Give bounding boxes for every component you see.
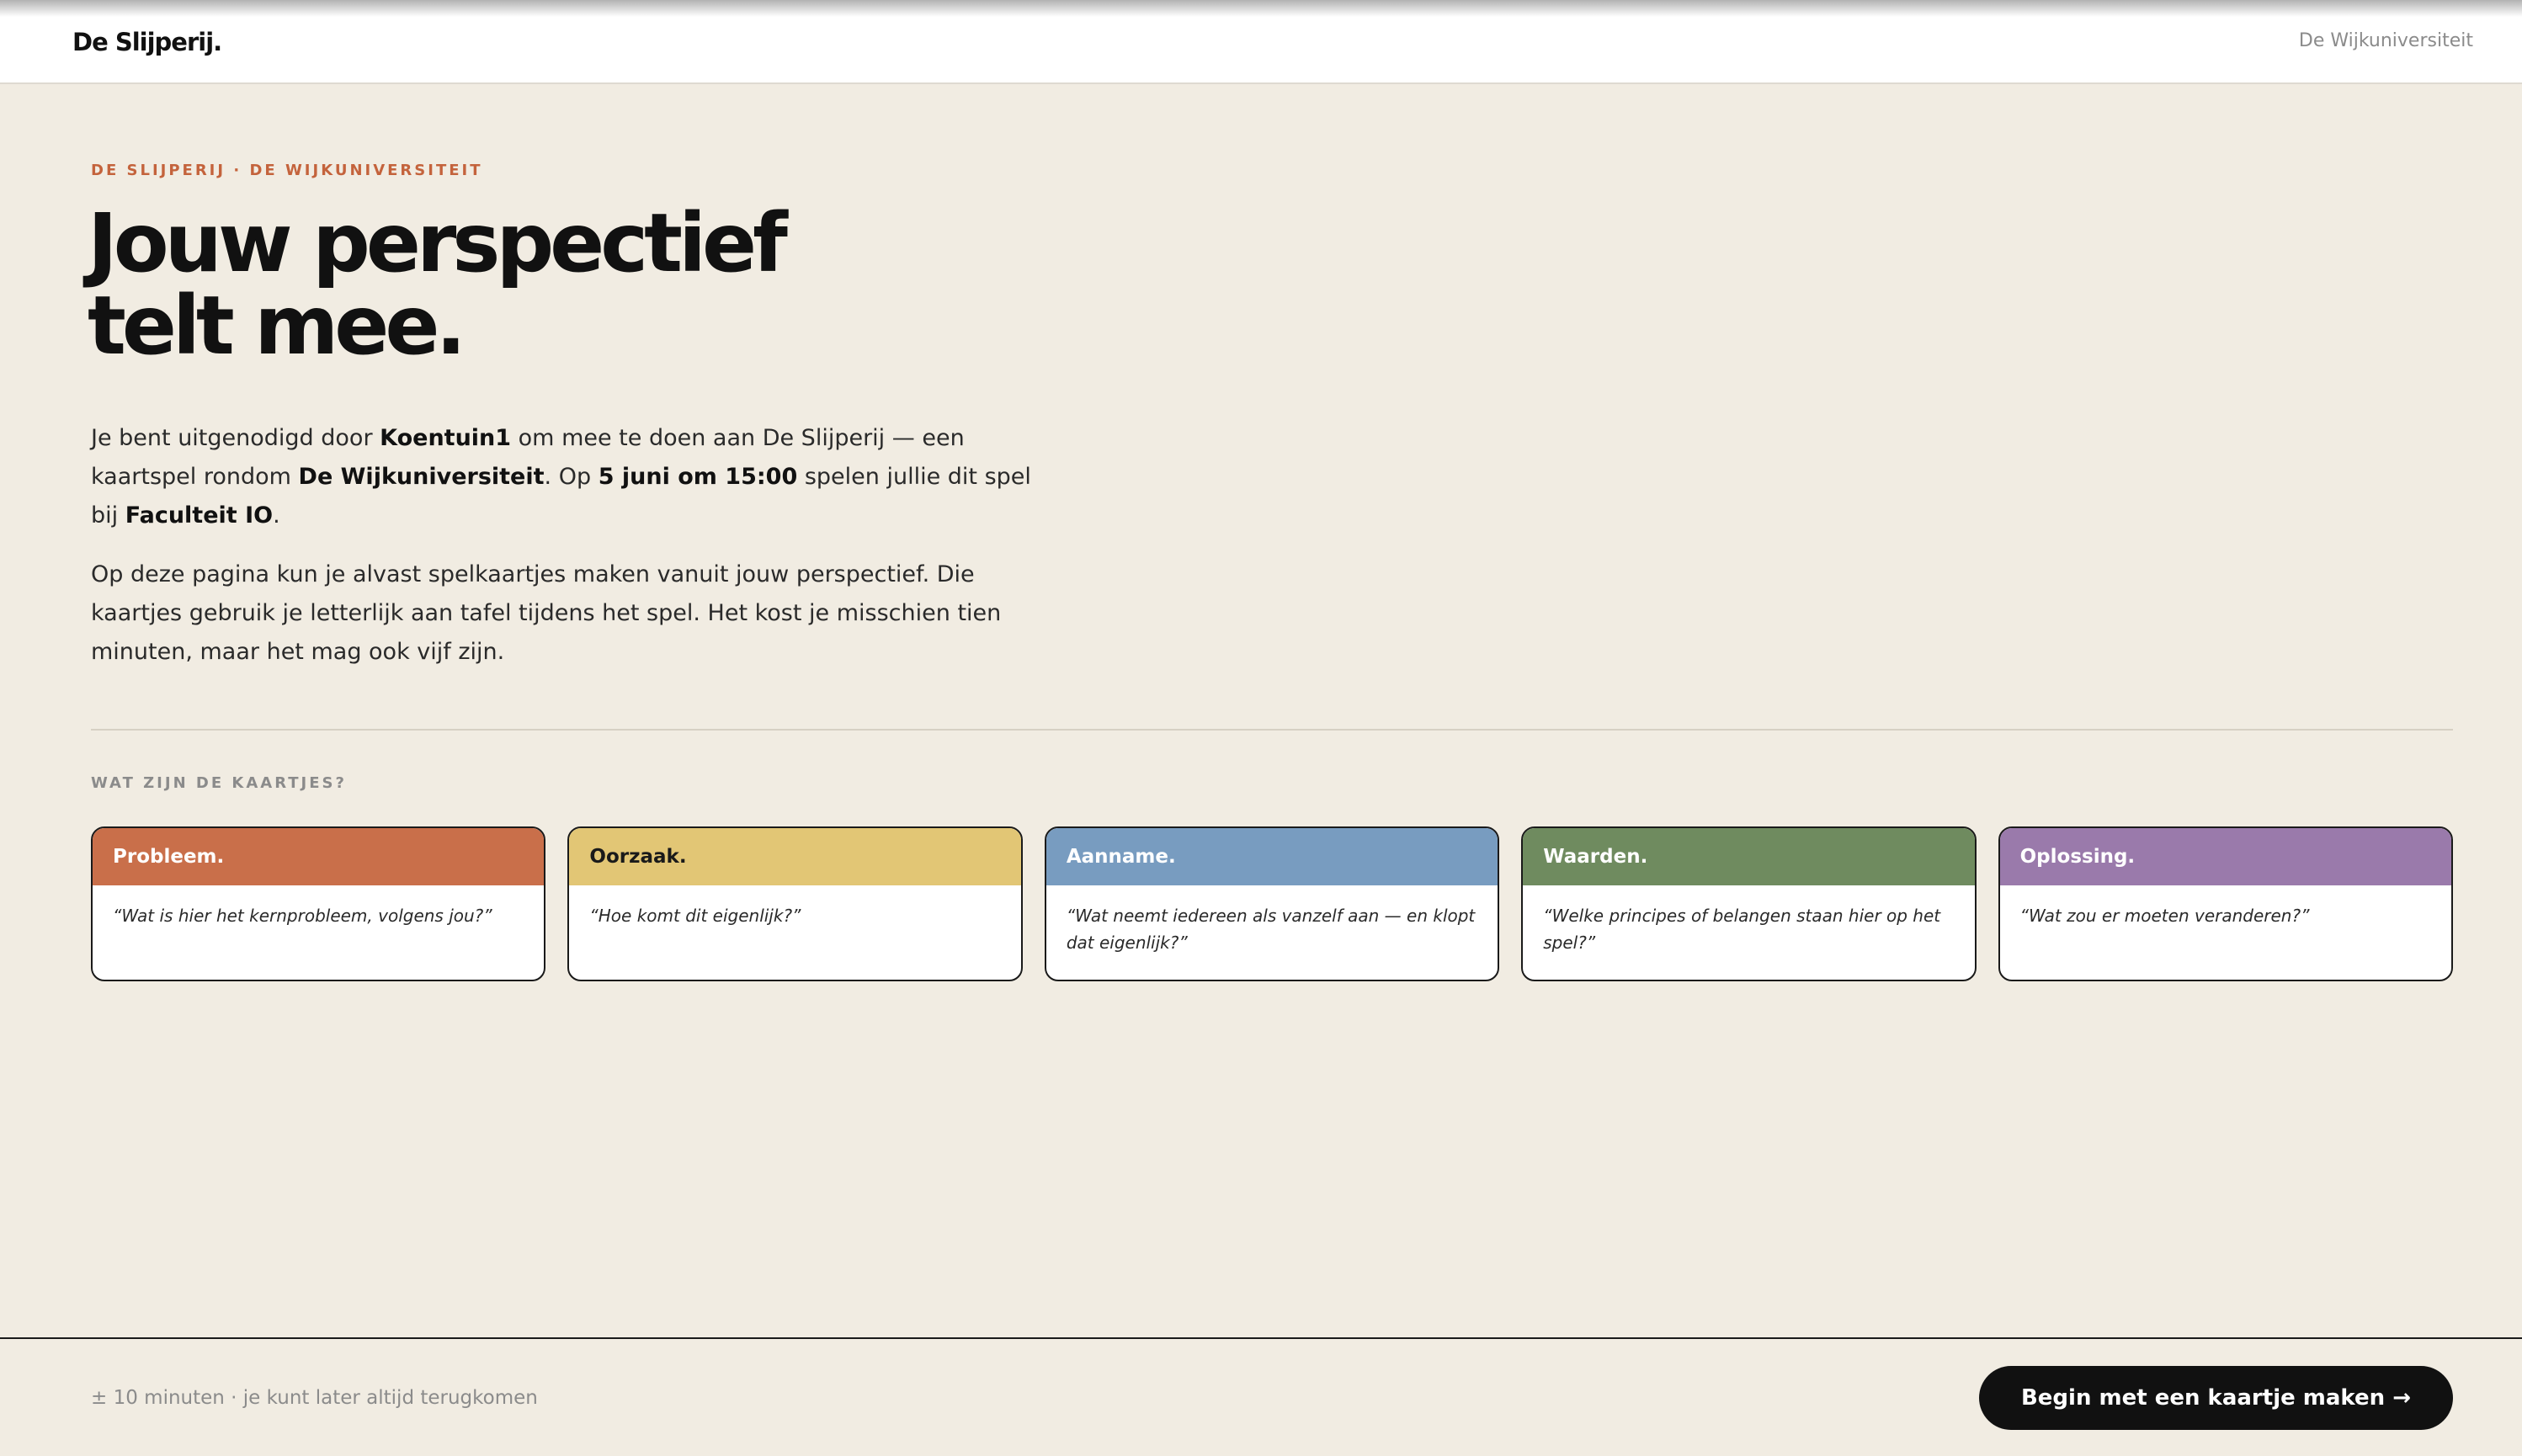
top-bar-shadow bbox=[0, 0, 2522, 17]
header-project-link[interactable]: De Wijkuniversiteit bbox=[2299, 29, 2473, 54]
card-header: Waarden. bbox=[1523, 828, 1975, 885]
card-types-list: Probleem. “Wat is hier het kernprobleem,… bbox=[91, 826, 2454, 981]
game-datetime: 5 juni om 15:00 bbox=[598, 464, 798, 490]
invite-text-3: . Op bbox=[544, 464, 599, 490]
card-waarden: Waarden. “Welke principes of belangen st… bbox=[1521, 826, 1977, 981]
card-oplossing: Oplossing. “Wat zou er moeten veranderen… bbox=[1998, 826, 2454, 981]
time-estimate-note: ± 10 minuten · je kunt later altijd teru… bbox=[91, 1387, 538, 1409]
top-bar: De Slijperij. De Wijkuniversiteit bbox=[0, 0, 2522, 84]
start-card-button[interactable]: Begin met een kaartje maken → bbox=[1978, 1366, 2453, 1430]
invite-text-1: Je bent uitgenodigd door bbox=[91, 425, 380, 451]
card-title: Oorzaak. bbox=[589, 846, 687, 868]
card-title: Waarden. bbox=[1543, 846, 1648, 868]
inviter-name: Koentuin1 bbox=[380, 425, 512, 451]
intro-paragraph-invite: Je bent uitgenodigd door Koentuin1 om me… bbox=[91, 419, 1034, 535]
intro-text: Je bent uitgenodigd door Koentuin1 om me… bbox=[91, 419, 1034, 672]
card-question: “Wat neemt iedereen als vanzelf aan — en… bbox=[1066, 906, 1476, 953]
card-question: “Welke principes of belangen staan hier … bbox=[1543, 906, 1941, 953]
card-header: Aanname. bbox=[1046, 828, 1498, 885]
card-aanname: Aanname. “Wat neemt iedereen als vanzelf… bbox=[1044, 826, 1500, 981]
card-question: “Wat zou er moeten veranderen?” bbox=[2019, 906, 2310, 926]
footer-bar: ± 10 minuten · je kunt later altijd teru… bbox=[0, 1337, 2522, 1456]
card-question: “Hoe komt dit eigenlijk?” bbox=[589, 906, 801, 926]
card-probleem: Probleem. “Wat is hier het kernprobleem,… bbox=[91, 826, 546, 981]
card-header: Probleem. bbox=[93, 828, 545, 885]
page-title: Jouw perspectief telt mee. bbox=[88, 202, 1098, 367]
game-location: Faculteit IO bbox=[125, 502, 274, 529]
card-question: “Wat is hier het kernprobleem, volgens j… bbox=[113, 906, 492, 926]
card-title: Aanname. bbox=[1066, 846, 1176, 868]
intro-paragraph-explain: Op deze pagina kun je alvast spelkaartje… bbox=[91, 561, 1002, 665]
page-title-line-2: telt mee. bbox=[88, 279, 466, 373]
card-oorzaak: Oorzaak. “Hoe komt dit eigenlijk?” bbox=[567, 826, 1023, 981]
card-header: Oplossing. bbox=[1999, 828, 2452, 885]
game-topic: De Wijkuniversiteit bbox=[298, 464, 545, 490]
card-header: Oorzaak. bbox=[569, 828, 1021, 885]
eyebrow-label: DE SLIJPERIJ · DE WIJKUNIVERSITEIT bbox=[91, 162, 483, 179]
invite-text-5: . bbox=[273, 502, 280, 529]
card-title: Oplossing. bbox=[2019, 846, 2136, 868]
page-title-line-1: Jouw perspectief bbox=[88, 196, 788, 290]
card-title: Probleem. bbox=[113, 846, 225, 868]
cards-section-label: WAT ZIJN DE KAARTJES? bbox=[91, 774, 347, 792]
section-divider bbox=[91, 729, 2453, 731]
logo[interactable]: De Slijperij. bbox=[72, 25, 222, 59]
